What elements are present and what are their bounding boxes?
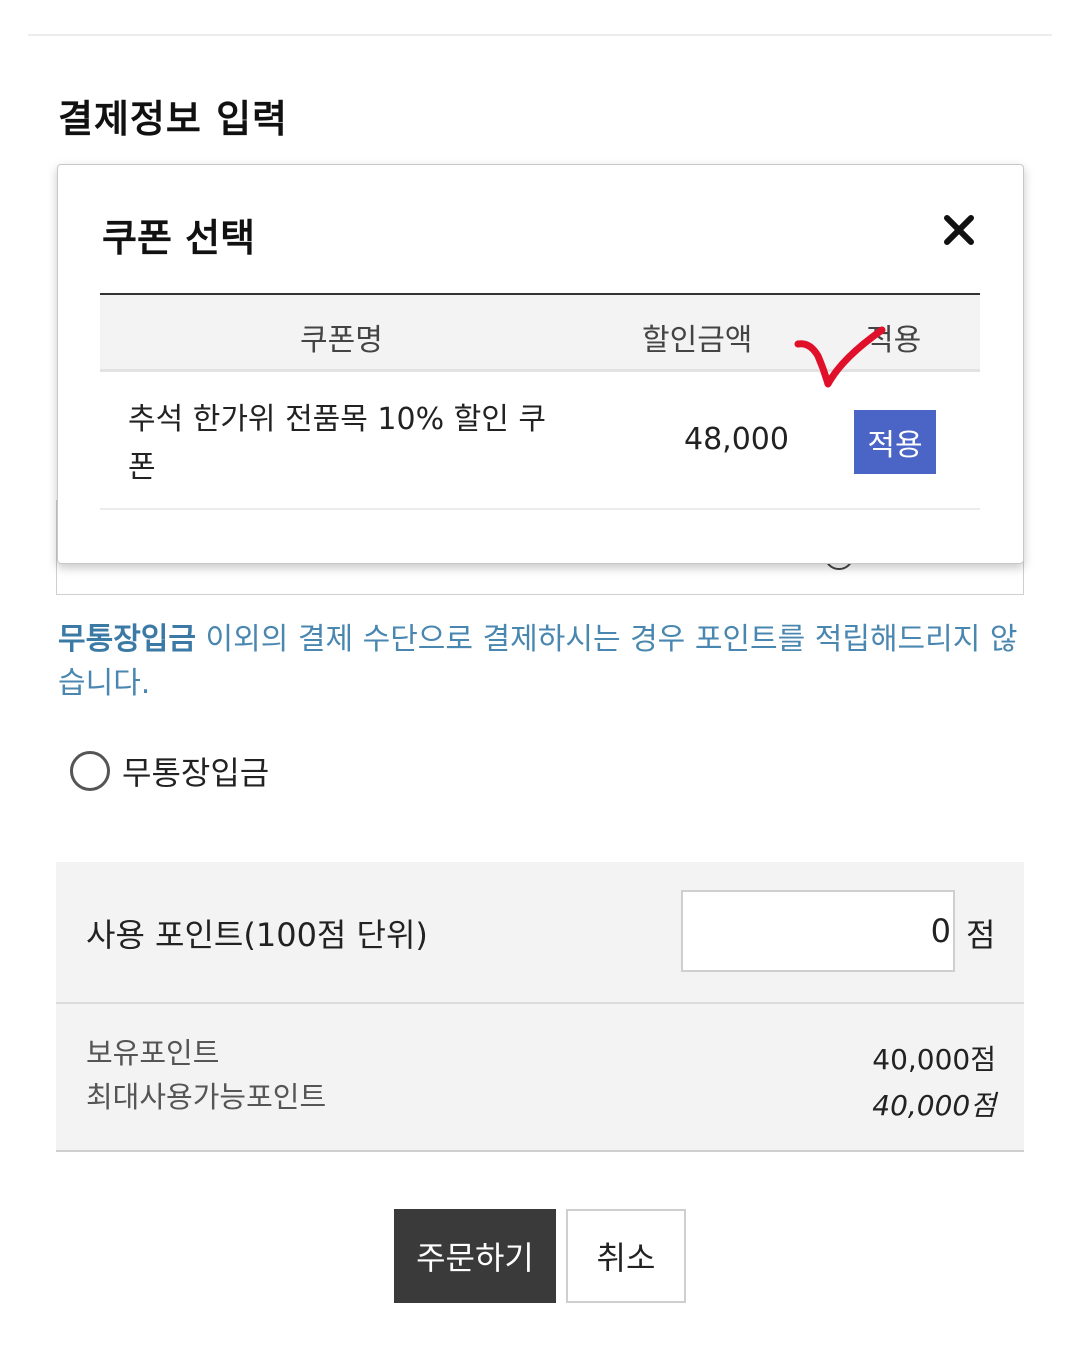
modal-title: 쿠폰 선택 [102, 216, 256, 260]
max-points-label: 최대사용가능포인트 [86, 1080, 327, 1114]
bank-transfer-option[interactable]: 무통장입금 [70, 748, 269, 794]
coupon-name: 추석 한가위 전품목 10% 할인 쿠폰 [128, 402, 546, 485]
section-title: 결제정보 입력 [58, 97, 288, 141]
use-points-label: 사용 포인트(100점 단위) [86, 916, 428, 954]
order-button[interactable]: 주문하기 [394, 1209, 556, 1303]
points-notice: 무통장입금 이외의 결제 수단으로 결제하시는 경우 포인트를 적립해드리지 않… [58, 618, 1026, 706]
own-points-label: 보유포인트 [86, 1036, 220, 1070]
use-points-input[interactable] [681, 890, 955, 972]
column-header-amount: 할인금액 [642, 323, 753, 358]
apply-coupon-button[interactable]: 적용 [854, 410, 936, 474]
top-divider [28, 34, 1052, 36]
notice-highlight: 무통장입금 [58, 622, 196, 657]
max-points-value: 40,000점 [872, 1089, 996, 1122]
bank-transfer-radio[interactable] [70, 751, 110, 791]
red-checkmark-icon [794, 326, 886, 388]
column-header-name: 쿠폰명 [300, 323, 383, 358]
close-icon[interactable] [942, 213, 976, 247]
notice-text: 이외의 결제 수단으로 결제하시는 경우 포인트를 적립해드리지 않습니다. [58, 622, 1018, 701]
use-points-unit: 점 [966, 916, 996, 954]
own-points-value: 40,000점 [872, 1043, 996, 1076]
bank-transfer-label: 무통장입금 [122, 754, 270, 792]
points-panel: 사용 포인트(100점 단위) 점 보유포인트 최대사용가능포인트 40,000… [56, 862, 1024, 1152]
cancel-button[interactable]: 취소 [566, 1209, 686, 1303]
points-divider [56, 1002, 1024, 1004]
coupon-amount: 48,000 [684, 422, 789, 457]
